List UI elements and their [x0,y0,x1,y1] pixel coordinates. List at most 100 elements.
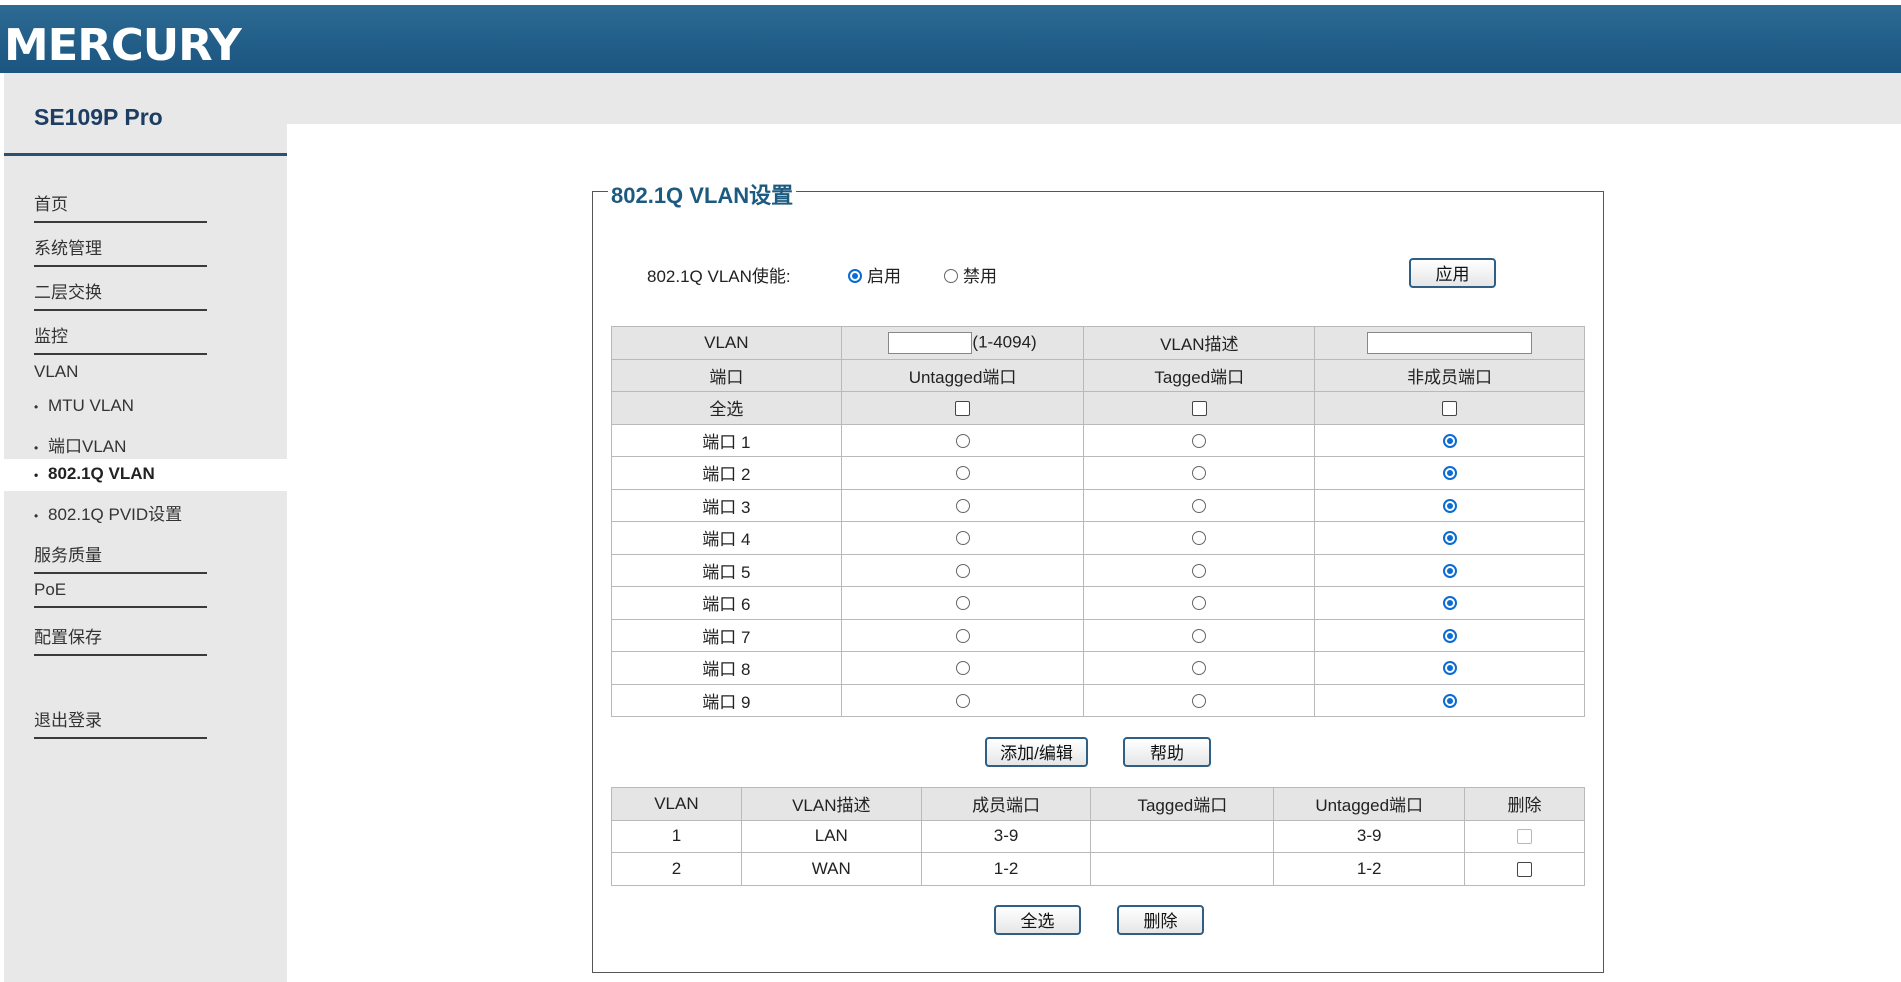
table-row: 端口 8 [611,651,1585,685]
table-row: 端口 1 [611,423,1585,457]
vlan-range-hint: (1-4094) [972,332,1037,352]
help-button[interactable]: 帮助 [1123,737,1211,767]
untagged-radio[interactable] [955,433,970,448]
device-model: SE109P Pro [34,104,163,130]
cell-untagged: 3-9 [1273,819,1466,853]
vlan-config-table: VLAN (1-4094) VLAN描述 端口 Untagged端口 Tagge… [611,326,1585,717]
table-row: 端口 2 [611,456,1585,490]
nav-save-config[interactable]: 配置保存 [34,623,207,656]
nonmember-radio[interactable] [1442,693,1457,708]
table-row: 端口 9 [611,683,1585,717]
nonmember-radio[interactable] [1442,628,1457,643]
nav-system[interactable]: 系统管理 [34,234,207,267]
untagged-radio[interactable] [955,596,970,611]
bullet-icon: • [34,509,39,523]
nonmember-radio[interactable] [1442,498,1457,513]
table-row: VLAN (1-4094) VLAN描述 [611,326,1585,360]
bullet-icon: • [34,441,39,455]
nonmember-radio[interactable] [1442,466,1457,481]
table-row: 1 LAN 3-9 3-9 [611,819,1585,853]
untagged-radio[interactable] [955,466,970,481]
bullet-icon: • [34,400,39,414]
nav-port-vlan[interactable]: • 端口VLAN [34,432,126,457]
nonmember-radio[interactable] [1442,433,1457,448]
tagged-radio[interactable] [1192,498,1207,513]
enable-on-radio[interactable]: 启用 [848,262,901,287]
col-delete: 删除 [1464,787,1585,821]
model-divider [4,153,287,156]
col-untagged: Untagged端口 [840,358,1085,392]
col-members: 成员端口 [920,787,1092,821]
nav-poe[interactable]: PoE [34,580,207,608]
cell-vlan: 2 [611,852,742,886]
col-tagged: Tagged端口 [1090,787,1275,821]
cell-members: 1-2 [920,852,1092,886]
select-all-tagged-checkbox[interactable] [1191,400,1207,416]
tagged-radio[interactable] [1192,628,1207,643]
nav-vlan[interactable]: VLAN [34,362,78,382]
col-vlan: VLAN [611,787,742,821]
port-name: 端口 9 [611,683,842,717]
col-desc: VLAN描述 [740,787,922,821]
select-all-untagged-checkbox[interactable] [955,400,971,416]
select-all-label: 全选 [611,391,842,425]
delete-checkbox[interactable] [1517,861,1533,877]
nav-logout[interactable]: 退出登录 [34,706,207,739]
tagged-radio[interactable] [1192,693,1207,708]
untagged-radio[interactable] [955,661,970,676]
select-all-nonmember-checkbox[interactable] [1442,400,1458,416]
nav-mtu-vlan[interactable]: • MTU VLAN [34,396,134,416]
vlan-desc-label: VLAN描述 [1083,326,1316,360]
enable-off-radio[interactable]: 禁用 [944,262,997,287]
col-untagged: Untagged端口 [1273,787,1466,821]
nonmember-radio[interactable] [1442,661,1457,676]
nonmember-radio[interactable] [1442,563,1457,578]
panel-title: 802.1Q VLAN设置 [608,178,797,210]
cell-members: 3-9 [920,819,1092,853]
nav-pvid-settings[interactable]: • 802.1Q PVID设置 [34,500,182,525]
apply-button[interactable]: 应用 [1409,258,1496,288]
delete-button[interactable]: 删除 [1117,905,1204,935]
tagged-radio[interactable] [1192,531,1207,546]
vlan-desc-input[interactable] [1367,331,1533,354]
radio-selected-icon [848,268,862,283]
tagged-radio[interactable] [1192,661,1207,676]
table-header-row: 端口 Untagged端口 Tagged端口 非成员端口 [611,358,1585,392]
cell-tagged [1090,852,1275,886]
tagged-radio[interactable] [1192,433,1207,448]
port-name: 端口 3 [611,488,842,522]
nav-layer2[interactable]: 二层交换 [34,278,207,311]
untagged-radio[interactable] [955,693,970,708]
cell-desc: LAN [740,819,922,853]
col-tagged: Tagged端口 [1083,358,1316,392]
tagged-radio[interactable] [1192,596,1207,611]
nav-home[interactable]: 首页 [34,190,207,223]
nonmember-radio[interactable] [1442,531,1457,546]
untagged-radio[interactable] [955,628,970,643]
select-all-button[interactable]: 全选 [994,905,1081,935]
tagged-radio[interactable] [1192,563,1207,578]
untagged-radio[interactable] [955,563,970,578]
col-port: 端口 [611,358,842,392]
delete-checkbox [1517,829,1533,845]
port-name: 端口 7 [611,618,842,652]
vlan-id-input[interactable] [888,331,973,354]
port-name: 端口 8 [611,651,842,685]
cell-vlan: 1 [611,819,742,853]
port-name: 端口 2 [611,456,842,490]
nav-qos[interactable]: 服务质量 [34,541,207,574]
port-name: 端口 5 [611,553,842,587]
add-edit-button[interactable]: 添加/编辑 [985,737,1088,767]
untagged-radio[interactable] [955,531,970,546]
untagged-radio[interactable] [955,498,970,513]
brand-logo: MERCURY [4,20,242,71]
table-row: 端口 6 [611,586,1585,620]
col-nonmember: 非成员端口 [1314,358,1585,392]
radio-icon [944,268,958,283]
nonmember-radio[interactable] [1442,596,1457,611]
nav-8021q-vlan[interactable]: • 802.1Q VLAN [34,464,155,484]
table-row: 端口 4 [611,521,1585,555]
nav-monitor[interactable]: 监控 [34,322,207,355]
header-bar: MERCURY [0,0,1901,73]
tagged-radio[interactable] [1192,466,1207,481]
